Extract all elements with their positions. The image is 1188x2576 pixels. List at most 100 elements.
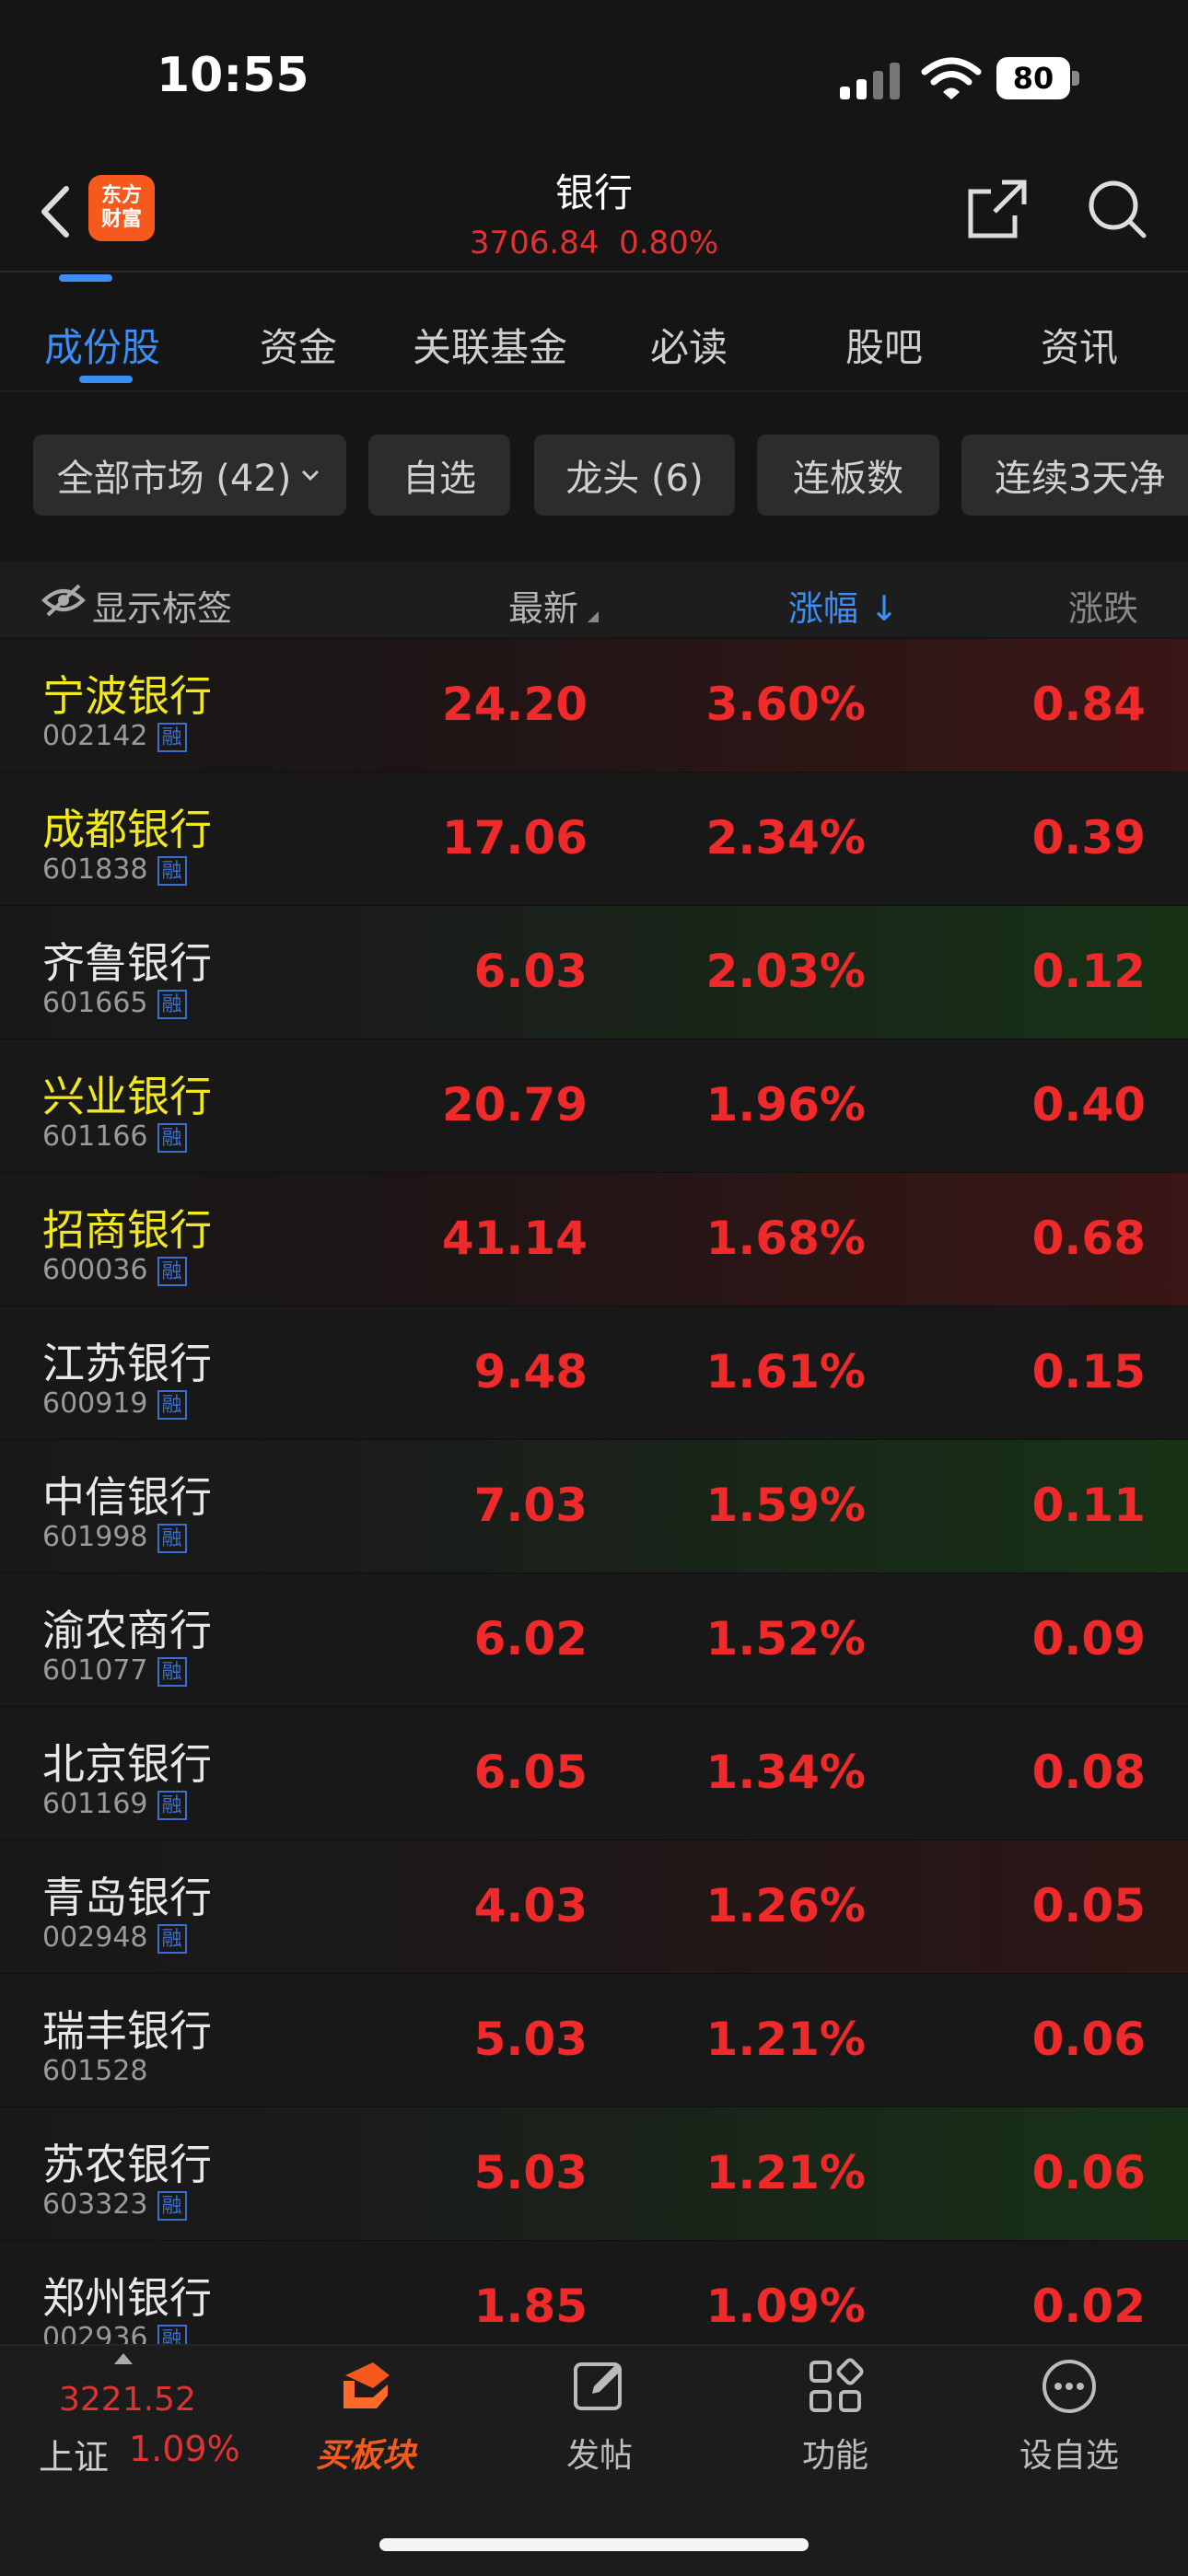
- margin-tag: 融: [157, 1389, 187, 1420]
- stock-row[interactable]: 北京银行 601169 融 6.05 1.34% 0.08: [0, 1707, 1188, 1841]
- column-pct-label: 涨幅: [788, 588, 859, 629]
- stock-change: 0.02: [1031, 2280, 1146, 2333]
- sector-index-value: 3706.84: [469, 225, 600, 261]
- stock-row[interactable]: 招商银行 600036 融 41.14 1.68% 0.68: [0, 1173, 1188, 1307]
- stock-name: 兴业银行: [42, 1072, 212, 1121]
- stock-price: 41.14: [441, 1212, 588, 1265]
- stock-change: 0.39: [1031, 811, 1146, 864]
- stock-code-line: 601077 融: [42, 1654, 187, 1687]
- functions-button[interactable]: 功能: [766, 2357, 904, 2477]
- stock-pct-change: 1.21%: [705, 2146, 866, 2199]
- tabs-divider: [0, 390, 1188, 392]
- stock-price: 17.06: [441, 811, 588, 864]
- stock-row[interactable]: 成都银行 601838 融 17.06 2.34% 0.39: [0, 772, 1188, 907]
- tab-bar: 成份股 资金 关联基金 必读 股吧 资讯: [0, 293, 1188, 394]
- stock-row[interactable]: 中信银行 601998 融 7.03 1.59% 0.11: [0, 1440, 1188, 1574]
- stock-price: 20.79: [441, 1078, 588, 1131]
- stock-name: 苏农银行: [42, 2140, 212, 2189]
- stock-pct-change: 2.34%: [705, 811, 866, 864]
- home-indicator[interactable]: [379, 2538, 809, 2551]
- stock-code: 601998: [42, 1521, 148, 1553]
- stock-price: 1.85: [473, 2280, 588, 2333]
- stock-name: 成都银行: [42, 805, 212, 854]
- stock-row[interactable]: 宁波银行 002142 融 24.20 3.60% 0.84: [0, 639, 1188, 773]
- stock-row[interactable]: 苏农银行 603323 融 5.03 1.21% 0.06: [0, 2107, 1188, 2242]
- stock-name: 中信银行: [42, 1472, 212, 1522]
- stock-price: 9.48: [473, 1345, 588, 1398]
- tab-forum[interactable]: 股吧: [845, 317, 923, 373]
- eye-slash-icon[interactable]: [41, 582, 87, 619]
- stock-pct-change: 1.68%: [705, 1212, 866, 1265]
- sh-index-value[interactable]: 3221.52: [59, 2381, 196, 2419]
- stock-pct-change: 1.09%: [705, 2280, 866, 2333]
- stock-price: 6.02: [473, 1612, 588, 1665]
- stock-pct-change: 2.03%: [705, 945, 866, 998]
- stock-row[interactable]: 齐鲁银行 601665 融 6.03 2.03% 0.12: [0, 906, 1188, 1040]
- filter-consecutive-limit[interactable]: 连板数: [757, 435, 939, 516]
- stock-change: 0.40: [1031, 1078, 1146, 1131]
- stock-code-line: 601665 融: [42, 987, 187, 1019]
- margin-tag: 融: [157, 722, 187, 752]
- margin-tag: 融: [157, 1122, 187, 1153]
- stock-code-line: 002948 融: [42, 1921, 187, 1954]
- battery-icon: 80: [996, 57, 1081, 99]
- stock-change: 0.12: [1031, 945, 1146, 998]
- tab-funds-flow[interactable]: 资金: [260, 317, 337, 373]
- filter-all-markets-label: 全部市场 (42): [56, 458, 292, 500]
- stock-code: 002948: [42, 1921, 148, 1954]
- tab-must-read[interactable]: 必读: [650, 317, 728, 373]
- stock-price: 4.03: [473, 1879, 588, 1932]
- header-divider: [0, 271, 1188, 273]
- margin-tag: 融: [157, 1656, 187, 1687]
- filter-leaders[interactable]: 龙头 (6): [534, 435, 735, 516]
- show-tags-toggle[interactable]: 显示标签: [92, 580, 232, 631]
- stock-row[interactable]: 兴业银行 601166 融 20.79 1.96% 0.40: [0, 1039, 1188, 1174]
- add-watchlist-button[interactable]: 设自选: [1000, 2357, 1138, 2477]
- stock-code-line: 601169 融: [42, 1788, 187, 1820]
- cellular-signal-icon: [840, 63, 900, 99]
- stock-row[interactable]: 江苏银行 600919 融 9.48 1.61% 0.15: [0, 1306, 1188, 1441]
- chevron-down-icon: [302, 470, 320, 482]
- margin-tag: 融: [157, 1523, 187, 1553]
- post-button[interactable]: 发帖: [530, 2357, 669, 2477]
- sort-corner-icon: [588, 611, 599, 622]
- stock-code-line: 603323 融: [42, 2188, 187, 2221]
- tab-constituents[interactable]: 成份股: [44, 317, 160, 373]
- column-price[interactable]: 最新: [508, 580, 578, 631]
- sh-index-name[interactable]: 上证: [39, 2429, 109, 2479]
- search-button[interactable]: [1085, 177, 1149, 241]
- header-indicator: [59, 274, 112, 282]
- column-pct-sorted[interactable]: 涨幅 ↓: [788, 580, 899, 631]
- stock-code-line: 601528: [42, 2055, 148, 2087]
- stock-code: 601838: [42, 853, 148, 886]
- share-button[interactable]: [965, 177, 1030, 241]
- stock-change: 0.08: [1031, 1746, 1146, 1799]
- tab-news[interactable]: 资讯: [1041, 317, 1118, 373]
- filter-self-selected[interactable]: 自选: [368, 435, 510, 516]
- stock-row[interactable]: 渝农商行 601077 融 6.02 1.52% 0.09: [0, 1573, 1188, 1708]
- stock-code-line: 601166 融: [42, 1120, 187, 1153]
- stock-row[interactable]: 青岛银行 002948 融 4.03 1.26% 0.05: [0, 1840, 1188, 1975]
- stock-change: 0.06: [1031, 2013, 1146, 2066]
- stock-row[interactable]: 瑞丰银行 601528 5.03 1.21% 0.06: [0, 1974, 1188, 2108]
- column-change[interactable]: 涨跌: [1068, 580, 1138, 631]
- filter-3day-net[interactable]: 连续3天净: [961, 435, 1188, 516]
- buy-sector-button[interactable]: 买板块: [297, 2357, 435, 2477]
- margin-tag: 融: [157, 1923, 187, 1954]
- margin-tag: 融: [157, 989, 187, 1019]
- sh-index-pct[interactable]: 1.09%: [129, 2429, 240, 2469]
- margin-tag: 融: [157, 2190, 187, 2221]
- stock-code: 600036: [42, 1254, 148, 1286]
- expand-caret-icon[interactable]: [114, 2353, 133, 2364]
- margin-tag: 融: [157, 855, 187, 886]
- more-dots-icon: [1042, 2360, 1096, 2413]
- buy-sector-icon: [344, 2362, 390, 2408]
- filter-all-markets[interactable]: 全部市场 (42): [33, 435, 346, 516]
- tab-related-funds[interactable]: 关联基金: [413, 317, 567, 373]
- stock-name: 齐鲁银行: [42, 938, 212, 988]
- stock-price: 5.03: [473, 2013, 588, 2066]
- active-tab-indicator: [79, 376, 133, 383]
- stock-code: 601528: [42, 2055, 148, 2087]
- stock-price: 7.03: [473, 1479, 588, 1532]
- status-time: 10:55: [157, 48, 309, 103]
